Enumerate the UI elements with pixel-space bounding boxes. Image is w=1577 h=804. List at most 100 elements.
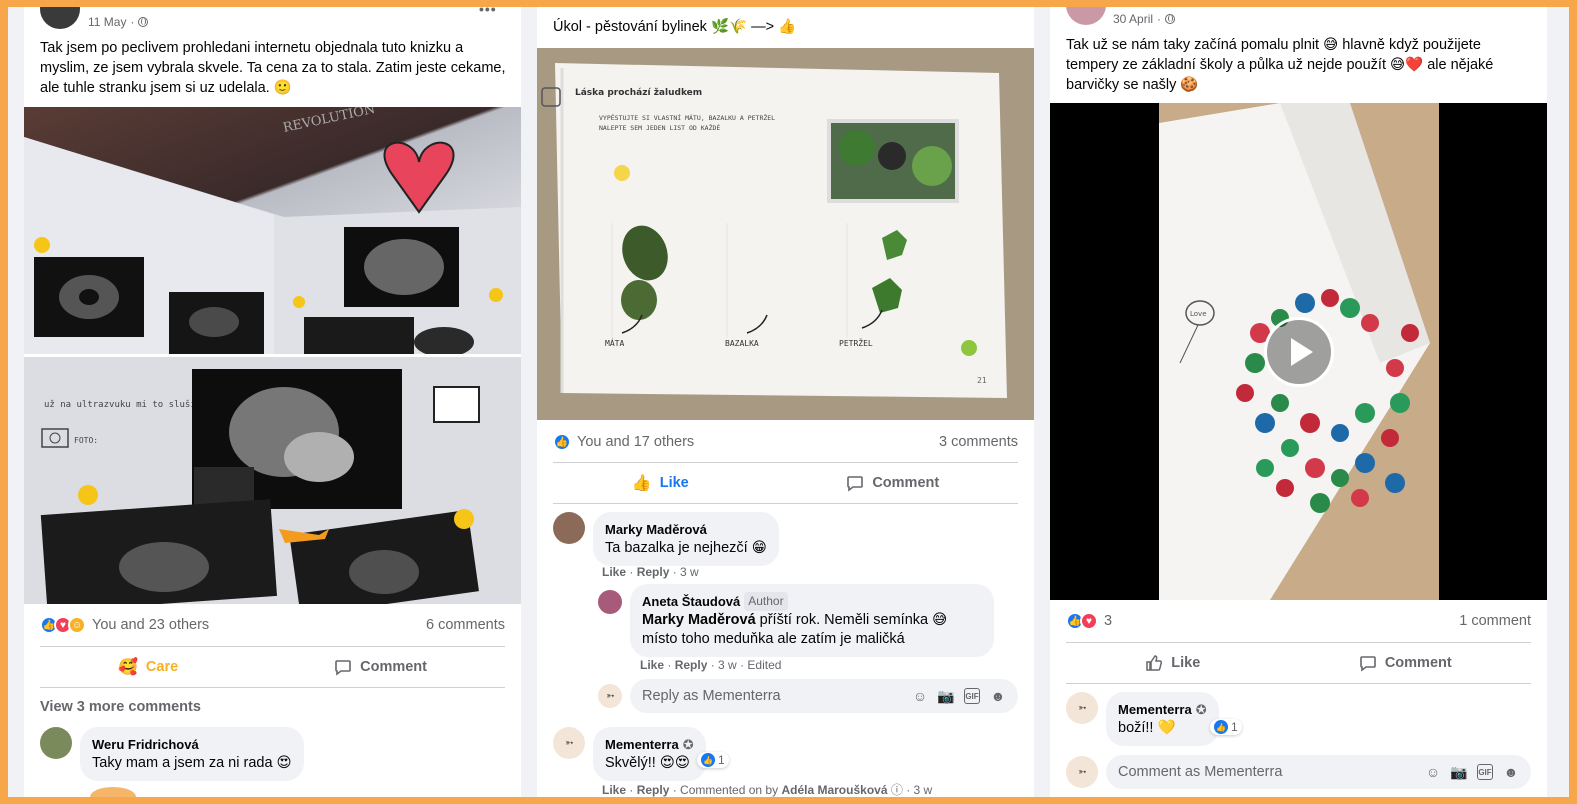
comment-reactions[interactable]: 👍 1 — [1210, 719, 1242, 735]
reactions-summary: 👍 You and 17 others 3 comments — [553, 431, 1018, 453]
heart-sticker — [383, 141, 455, 214]
reactions-text[interactable]: You and 17 others — [577, 434, 694, 450]
comment-bubble: Mementerra ✪ Skvělý!! 😍😍 — [593, 727, 706, 781]
comment-icon — [1360, 656, 1376, 672]
avatar[interactable]: ➳ — [1066, 756, 1098, 788]
avatar[interactable] — [598, 590, 622, 614]
post-actions: Like Comment — [1066, 647, 1531, 679]
post-photo-1[interactable]: REVOLUTION — [24, 107, 521, 354]
gif-icon[interactable]: GIF — [1477, 764, 1493, 780]
comment-reply-link[interactable]: Reply — [637, 565, 670, 579]
comment-like-link[interactable]: Like — [602, 783, 626, 797]
comments-count[interactable]: 3 comments — [939, 434, 1018, 450]
video-love-text: Love — [1190, 310, 1207, 318]
comment-reply: Aneta Štaudová Author Marky Maděrová pří… — [598, 584, 994, 657]
comment-reactions[interactable]: 👍 1 — [697, 752, 729, 768]
comment-bubble: Aneta Štaudová Author Marky Maděrová pří… — [630, 584, 994, 657]
comment-input[interactable]: Comment as Mementerra ☺ 📷 GIF ☻ — [1106, 755, 1531, 789]
avatar[interactable]: ➳ — [1066, 692, 1098, 724]
post-date[interactable]: 30 April — [1113, 12, 1153, 26]
verified-icon: ✪ — [682, 737, 694, 752]
mention-link[interactable]: Marky Maděrová — [642, 612, 756, 628]
comment: Marky Maděrová Ta bazalka je nejhezčí 😁 — [553, 512, 779, 566]
comment-reply-link[interactable]: Reply — [675, 658, 708, 672]
comment-like-link[interactable]: Like — [602, 565, 626, 579]
post-photo-2[interactable]: už na ultrazvuku mi to sluší. FOTO: — [24, 357, 521, 604]
commenter-name[interactable]: Mementerra — [1118, 700, 1192, 719]
care-icon: 🥰 — [117, 659, 138, 676]
comment-button[interactable]: Comment — [1359, 654, 1452, 672]
post-meta: 11 May · — [88, 15, 149, 29]
commenter-name[interactable]: Weru Fridrichová — [92, 735, 292, 754]
like-button[interactable]: 👍 Like — [632, 473, 689, 493]
avatar[interactable] — [40, 7, 80, 29]
emoji-icon[interactable]: ☺ — [1425, 764, 1441, 780]
camera-icon[interactable]: 📷 — [1450, 764, 1467, 780]
comment-button[interactable]: Comment — [334, 658, 427, 676]
post-video[interactable]: Love — [1050, 103, 1547, 600]
avatar[interactable] — [40, 727, 72, 759]
post-text: Tak jsem po peclivem prohledani internet… — [40, 40, 506, 96]
commenter-name[interactable]: Marky Maděrová — [605, 520, 767, 539]
avatar[interactable]: ➳ — [553, 727, 585, 759]
reply-box: ➳ Reply as Mementerra ☺ 📷 GIF ☻ — [598, 679, 1018, 713]
post-date[interactable]: 11 May — [88, 15, 126, 29]
feed-frame: 11 May · ••• Tak jsem po peclivem prohle… — [8, 7, 1569, 797]
reactions-text[interactable]: You and 23 others — [92, 617, 209, 633]
comment-icon — [335, 660, 351, 676]
comment-time[interactable]: 3 w — [680, 565, 699, 579]
photo-caption: už na ultrazvuku mi to sluší. — [44, 399, 201, 410]
gif-icon[interactable]: GIF — [964, 688, 980, 704]
edited-label: Edited — [747, 658, 782, 672]
comment-like-link[interactable]: Like — [640, 658, 664, 672]
play-button[interactable] — [1264, 317, 1334, 387]
view-more-comments[interactable]: View 3 more comments — [40, 699, 201, 715]
more-options-icon[interactable]: ••• — [479, 7, 497, 17]
comment-reply-link[interactable]: Reply — [637, 783, 670, 797]
comment-text: Marky Maděrová příští rok. Neměli semínk… — [642, 612, 948, 647]
commenter-link[interactable]: Adéla Maroušková — [781, 783, 887, 797]
post-photo[interactable]: Láska prochází žaludkem VYPĚSTUJTE SI VL… — [537, 48, 1034, 420]
verified-icon: ✪ — [1195, 702, 1207, 717]
post-actions: 👍 Like Comment — [553, 467, 1018, 499]
divider — [553, 503, 1018, 504]
post-card-3: 30 April · Tak už se nám taky začíná pom… — [1050, 7, 1547, 797]
sticker-partial — [90, 787, 136, 797]
like-icon — [1146, 655, 1163, 671]
reply-input[interactable]: Reply as Mementerra ☺ 📷 GIF ☻ — [630, 679, 1018, 713]
author-badge: Author — [744, 592, 788, 611]
avatar[interactable]: ➳ — [598, 684, 622, 708]
love-icon: ♥ — [1080, 612, 1098, 630]
care-icon: ☺ — [68, 616, 86, 634]
emoji-icon[interactable]: ☺ — [912, 688, 928, 704]
avatar[interactable] — [1066, 7, 1106, 25]
comment-time[interactable]: 3 w — [914, 783, 933, 797]
avatar[interactable] — [553, 512, 585, 544]
reactions-text[interactable]: 3 — [1104, 613, 1112, 629]
sticker-icon[interactable]: ☻ — [1503, 764, 1519, 780]
reply-placeholder: Reply as Mementerra — [642, 688, 781, 704]
comment-text: Ta bazalka je nejhezčí 😁 — [605, 540, 767, 556]
care-button[interactable]: 🥰 Care — [118, 657, 178, 677]
like-button[interactable]: Like — [1145, 654, 1200, 672]
sticker-icon[interactable]: ☻ — [990, 688, 1006, 704]
comment-time[interactable]: 3 w — [718, 658, 737, 672]
post-title: Úkol - pěstování bylinek 🌿🌾 —> 👍 — [553, 19, 797, 35]
camera-icon[interactable]: 📷 — [937, 688, 954, 704]
commenter-name[interactable]: Aneta Štaudová — [642, 592, 740, 611]
photo-instructions: VYPĚSTUJTE SI VLASTNÍ MÁTU, BAZALKU A PE… — [599, 113, 775, 122]
photo-1-illustration: REVOLUTION — [24, 107, 521, 354]
comment-button[interactable]: Comment — [846, 474, 939, 492]
commenter-name[interactable]: Mementerra — [605, 735, 679, 754]
comment-actions: Like · Reply · Commented on by Adéla Mar… — [602, 783, 933, 797]
globe-icon — [1165, 14, 1176, 24]
divider — [1066, 683, 1531, 684]
divider — [40, 687, 505, 688]
comments-count[interactable]: 6 comments — [426, 617, 505, 633]
comment-placeholder: Comment as Mementerra — [1118, 764, 1283, 780]
comment: Weru Fridrichová Taky mam a jsem za ni r… — [40, 727, 304, 781]
comment-actions: Like · Reply · 3 w · Edited — [640, 658, 782, 672]
herb-label: MÁTA — [605, 337, 624, 348]
like-icon: 👍 — [701, 753, 715, 767]
comments-count[interactable]: 1 comment — [1459, 613, 1531, 629]
